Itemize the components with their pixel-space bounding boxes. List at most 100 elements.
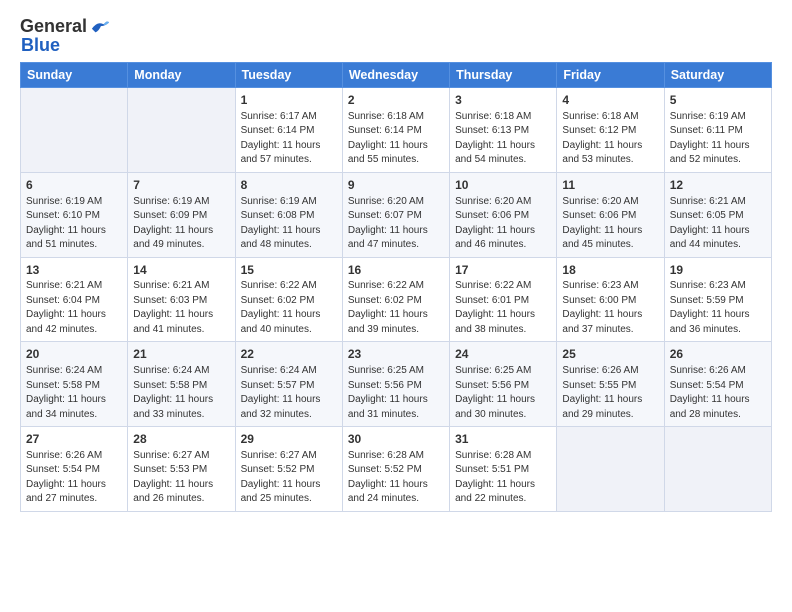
calendar-cell: 4Sunrise: 6:18 AMSunset: 6:12 PMDaylight… — [557, 88, 664, 173]
calendar-cell: 6Sunrise: 6:19 AMSunset: 6:10 PMDaylight… — [21, 172, 128, 257]
day-info: Sunrise: 6:27 AMSunset: 5:53 PMDaylight:… — [133, 449, 229, 507]
calendar-cell — [557, 427, 664, 512]
header-wednesday: Wednesday — [342, 63, 449, 88]
week-row-5: 27Sunrise: 6:26 AMSunset: 5:54 PMDayligh… — [21, 427, 772, 512]
day-info: Sunrise: 6:21 AMSunset: 6:04 PMDaylight:… — [26, 279, 122, 337]
day-info: Sunrise: 6:28 AMSunset: 5:52 PMDaylight:… — [348, 449, 444, 507]
day-number: 21 — [133, 346, 229, 363]
calendar-cell: 26Sunrise: 6:26 AMSunset: 5:54 PMDayligh… — [664, 342, 771, 427]
calendar-cell: 27Sunrise: 6:26 AMSunset: 5:54 PMDayligh… — [21, 427, 128, 512]
header-saturday: Saturday — [664, 63, 771, 88]
day-number: 12 — [670, 177, 766, 194]
calendar-cell: 13Sunrise: 6:21 AMSunset: 6:04 PMDayligh… — [21, 257, 128, 342]
day-info: Sunrise: 6:18 AMSunset: 6:14 PMDaylight:… — [348, 110, 444, 168]
header-thursday: Thursday — [450, 63, 557, 88]
day-number: 19 — [670, 262, 766, 279]
day-info: Sunrise: 6:21 AMSunset: 6:05 PMDaylight:… — [670, 195, 766, 253]
week-row-1: 1Sunrise: 6:17 AMSunset: 6:14 PMDaylight… — [21, 88, 772, 173]
header-sunday: Sunday — [21, 63, 128, 88]
calendar-cell: 8Sunrise: 6:19 AMSunset: 6:08 PMDaylight… — [235, 172, 342, 257]
calendar-cell: 25Sunrise: 6:26 AMSunset: 5:55 PMDayligh… — [557, 342, 664, 427]
day-info: Sunrise: 6:19 AMSunset: 6:11 PMDaylight:… — [670, 110, 766, 168]
calendar-cell — [128, 88, 235, 173]
day-info: Sunrise: 6:22 AMSunset: 6:02 PMDaylight:… — [241, 279, 337, 337]
calendar-cell: 19Sunrise: 6:23 AMSunset: 5:59 PMDayligh… — [664, 257, 771, 342]
calendar-cell: 10Sunrise: 6:20 AMSunset: 6:06 PMDayligh… — [450, 172, 557, 257]
day-info: Sunrise: 6:18 AMSunset: 6:13 PMDaylight:… — [455, 110, 551, 168]
calendar-cell: 23Sunrise: 6:25 AMSunset: 5:56 PMDayligh… — [342, 342, 449, 427]
calendar-cell — [21, 88, 128, 173]
day-number: 1 — [241, 92, 337, 109]
calendar-cell: 2Sunrise: 6:18 AMSunset: 6:14 PMDaylight… — [342, 88, 449, 173]
calendar-cell: 28Sunrise: 6:27 AMSunset: 5:53 PMDayligh… — [128, 427, 235, 512]
day-number: 24 — [455, 346, 551, 363]
day-info: Sunrise: 6:23 AMSunset: 6:00 PMDaylight:… — [562, 279, 658, 337]
day-info: Sunrise: 6:26 AMSunset: 5:54 PMDaylight:… — [670, 364, 766, 422]
day-number: 4 — [562, 92, 658, 109]
calendar-cell: 31Sunrise: 6:28 AMSunset: 5:51 PMDayligh… — [450, 427, 557, 512]
calendar-cell: 11Sunrise: 6:20 AMSunset: 6:06 PMDayligh… — [557, 172, 664, 257]
logo-general-text: General — [20, 16, 87, 37]
day-number: 9 — [348, 177, 444, 194]
logo-bird-icon — [89, 18, 111, 36]
day-info: Sunrise: 6:25 AMSunset: 5:56 PMDaylight:… — [348, 364, 444, 422]
week-row-2: 6Sunrise: 6:19 AMSunset: 6:10 PMDaylight… — [21, 172, 772, 257]
day-number: 15 — [241, 262, 337, 279]
day-number: 25 — [562, 346, 658, 363]
day-info: Sunrise: 6:22 AMSunset: 6:02 PMDaylight:… — [348, 279, 444, 337]
day-number: 10 — [455, 177, 551, 194]
calendar-cell: 22Sunrise: 6:24 AMSunset: 5:57 PMDayligh… — [235, 342, 342, 427]
day-number: 26 — [670, 346, 766, 363]
day-info: Sunrise: 6:20 AMSunset: 6:06 PMDaylight:… — [455, 195, 551, 253]
header-monday: Monday — [128, 63, 235, 88]
calendar-cell: 21Sunrise: 6:24 AMSunset: 5:58 PMDayligh… — [128, 342, 235, 427]
logo-area: General Blue — [20, 16, 111, 56]
day-info: Sunrise: 6:27 AMSunset: 5:52 PMDaylight:… — [241, 449, 337, 507]
day-number: 16 — [348, 262, 444, 279]
day-number: 14 — [133, 262, 229, 279]
day-number: 30 — [348, 431, 444, 448]
day-info: Sunrise: 6:19 AMSunset: 6:10 PMDaylight:… — [26, 195, 122, 253]
day-number: 22 — [241, 346, 337, 363]
week-row-4: 20Sunrise: 6:24 AMSunset: 5:58 PMDayligh… — [21, 342, 772, 427]
day-info: Sunrise: 6:21 AMSunset: 6:03 PMDaylight:… — [133, 279, 229, 337]
day-info: Sunrise: 6:24 AMSunset: 5:58 PMDaylight:… — [26, 364, 122, 422]
calendar-cell: 1Sunrise: 6:17 AMSunset: 6:14 PMDaylight… — [235, 88, 342, 173]
day-info: Sunrise: 6:25 AMSunset: 5:56 PMDaylight:… — [455, 364, 551, 422]
calendar-cell: 14Sunrise: 6:21 AMSunset: 6:03 PMDayligh… — [128, 257, 235, 342]
day-number: 13 — [26, 262, 122, 279]
week-row-3: 13Sunrise: 6:21 AMSunset: 6:04 PMDayligh… — [21, 257, 772, 342]
day-number: 20 — [26, 346, 122, 363]
header-friday: Friday — [557, 63, 664, 88]
day-info: Sunrise: 6:18 AMSunset: 6:12 PMDaylight:… — [562, 110, 658, 168]
day-number: 28 — [133, 431, 229, 448]
day-info: Sunrise: 6:19 AMSunset: 6:08 PMDaylight:… — [241, 195, 337, 253]
day-info: Sunrise: 6:26 AMSunset: 5:55 PMDaylight:… — [562, 364, 658, 422]
calendar-cell: 9Sunrise: 6:20 AMSunset: 6:07 PMDaylight… — [342, 172, 449, 257]
day-info: Sunrise: 6:19 AMSunset: 6:09 PMDaylight:… — [133, 195, 229, 253]
day-info: Sunrise: 6:26 AMSunset: 5:54 PMDaylight:… — [26, 449, 122, 507]
calendar-table: SundayMondayTuesdayWednesdayThursdayFrid… — [20, 62, 772, 512]
day-number: 31 — [455, 431, 551, 448]
day-number: 23 — [348, 346, 444, 363]
day-number: 2 — [348, 92, 444, 109]
day-info: Sunrise: 6:24 AMSunset: 5:57 PMDaylight:… — [241, 364, 337, 422]
day-info: Sunrise: 6:23 AMSunset: 5:59 PMDaylight:… — [670, 279, 766, 337]
calendar-cell: 16Sunrise: 6:22 AMSunset: 6:02 PMDayligh… — [342, 257, 449, 342]
calendar-cell: 20Sunrise: 6:24 AMSunset: 5:58 PMDayligh… — [21, 342, 128, 427]
day-info: Sunrise: 6:24 AMSunset: 5:58 PMDaylight:… — [133, 364, 229, 422]
calendar-cell: 17Sunrise: 6:22 AMSunset: 6:01 PMDayligh… — [450, 257, 557, 342]
calendar-cell: 7Sunrise: 6:19 AMSunset: 6:09 PMDaylight… — [128, 172, 235, 257]
header-tuesday: Tuesday — [235, 63, 342, 88]
header-row: SundayMondayTuesdayWednesdayThursdayFrid… — [21, 63, 772, 88]
day-info: Sunrise: 6:17 AMSunset: 6:14 PMDaylight:… — [241, 110, 337, 168]
day-number: 3 — [455, 92, 551, 109]
calendar-cell: 18Sunrise: 6:23 AMSunset: 6:00 PMDayligh… — [557, 257, 664, 342]
day-number: 7 — [133, 177, 229, 194]
day-number: 27 — [26, 431, 122, 448]
day-info: Sunrise: 6:28 AMSunset: 5:51 PMDaylight:… — [455, 449, 551, 507]
day-number: 8 — [241, 177, 337, 194]
header: General Blue — [20, 16, 772, 56]
day-info: Sunrise: 6:22 AMSunset: 6:01 PMDaylight:… — [455, 279, 551, 337]
calendar-cell: 30Sunrise: 6:28 AMSunset: 5:52 PMDayligh… — [342, 427, 449, 512]
